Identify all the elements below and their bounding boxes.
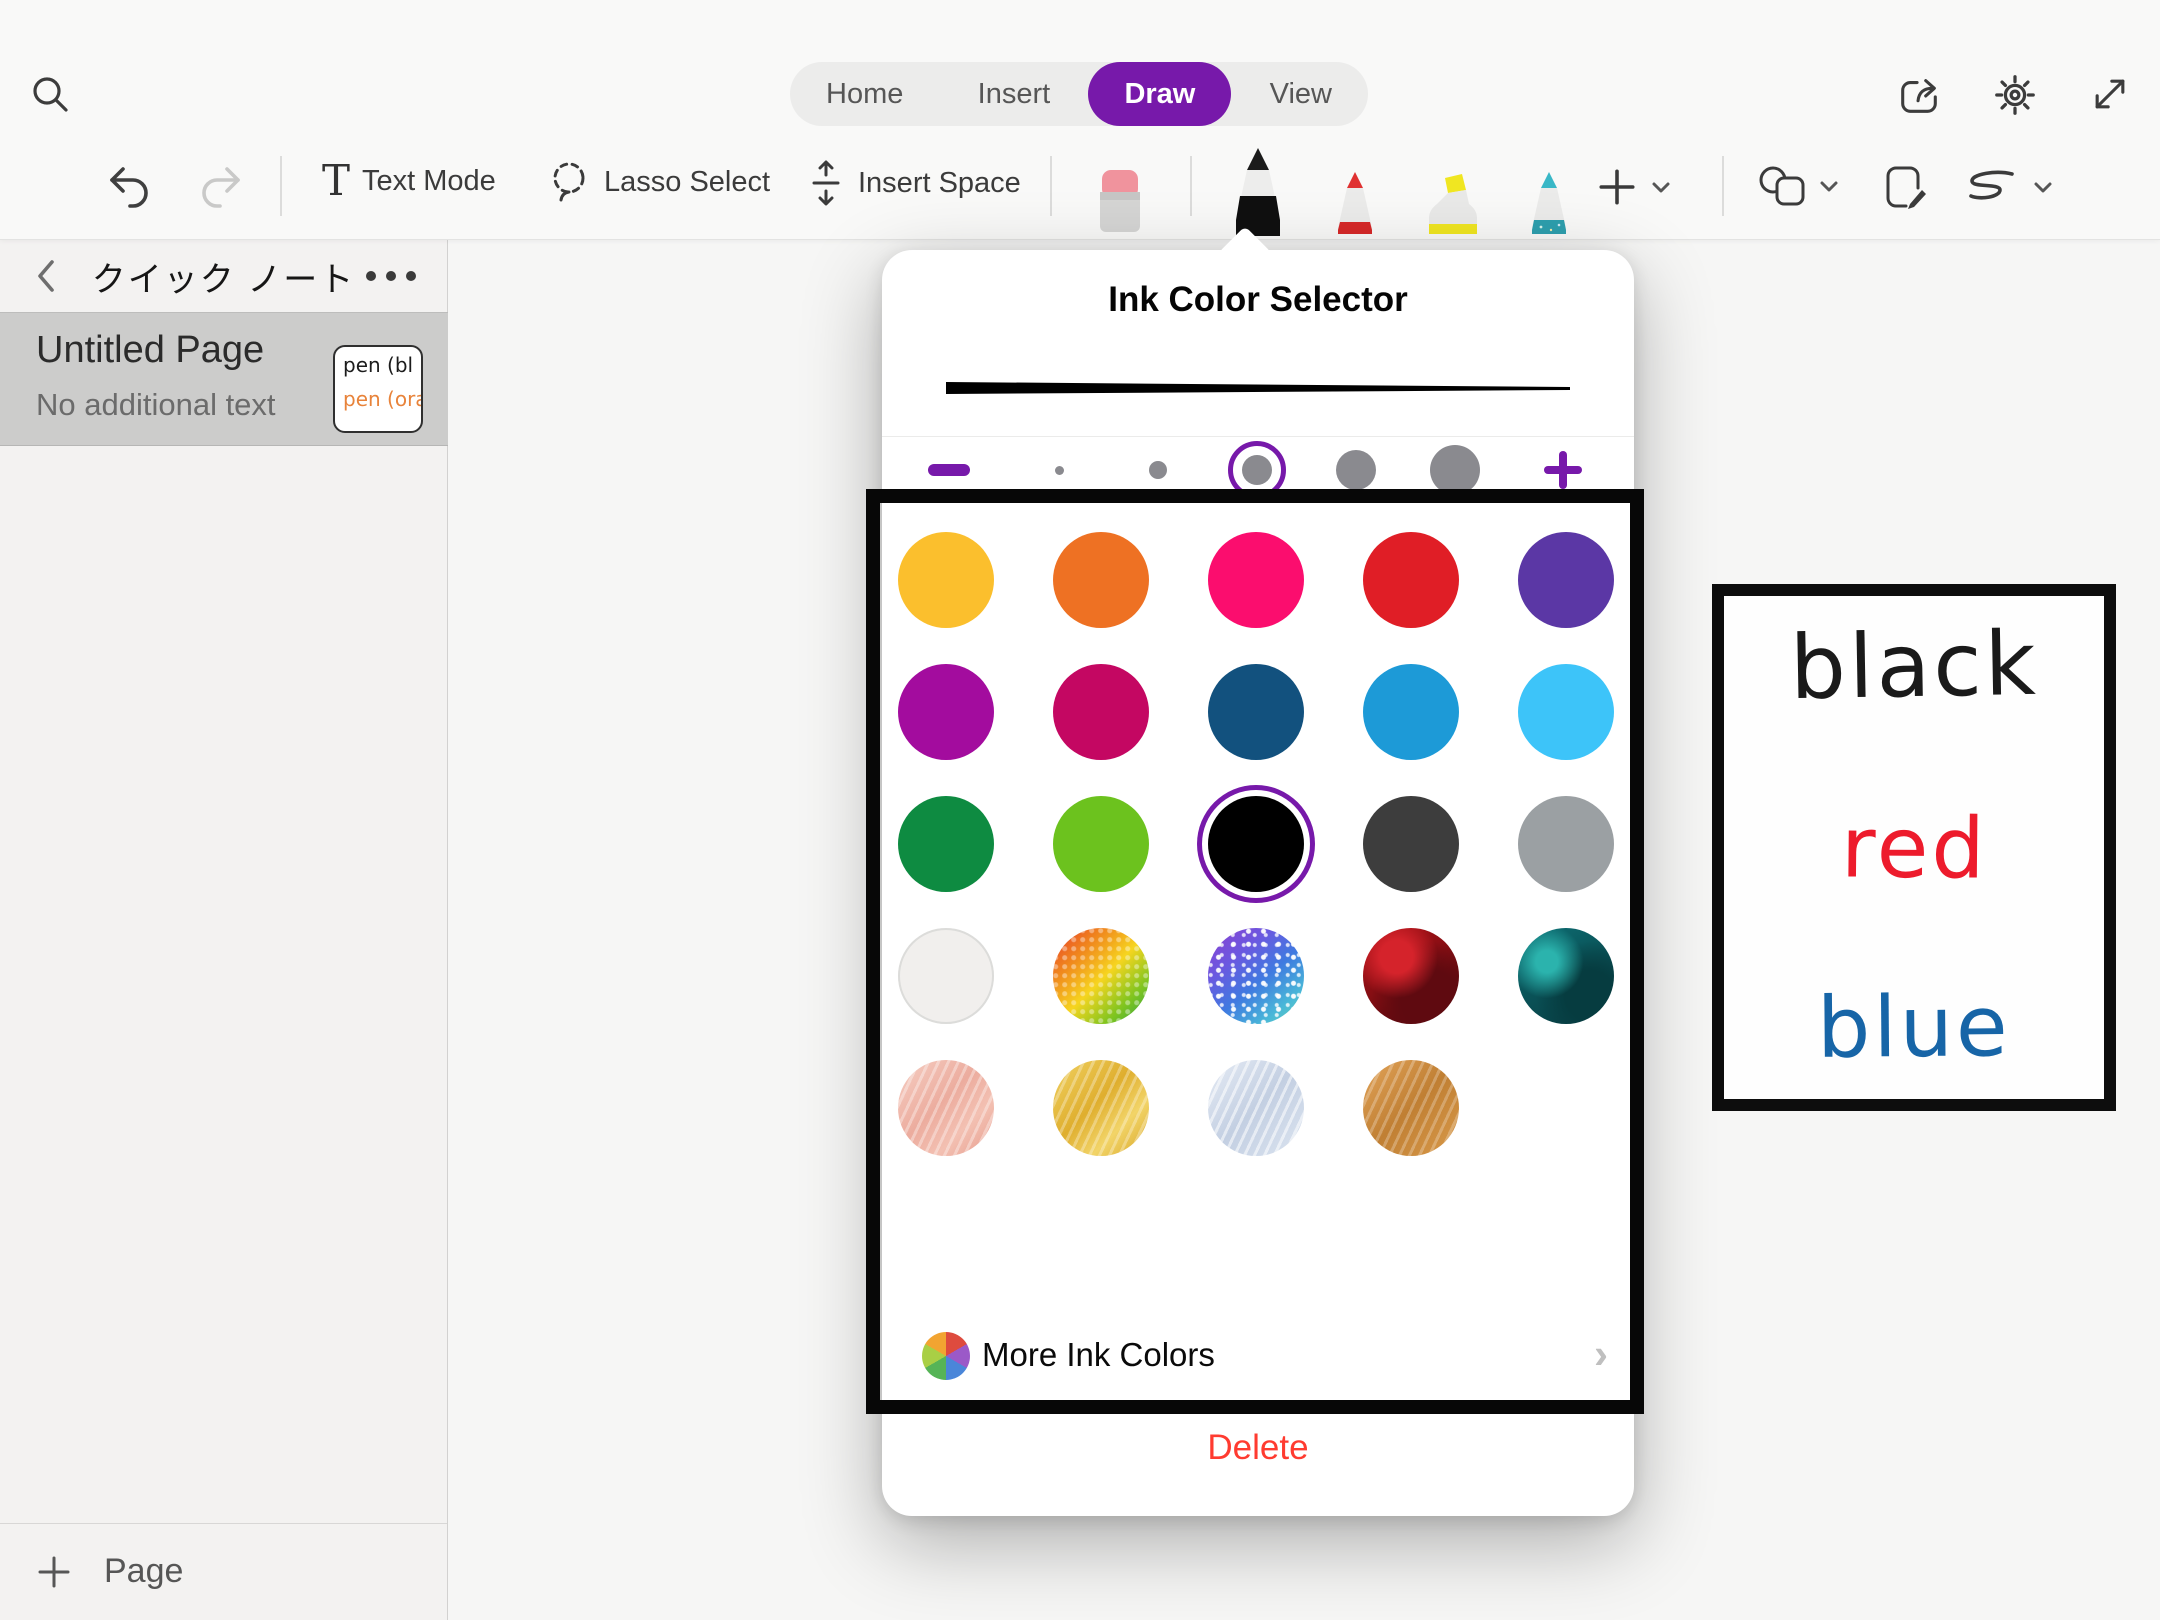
swatch-silver[interactable] (1208, 1060, 1304, 1156)
share-icon[interactable] (1896, 72, 1942, 118)
swatch-pink[interactable] (1208, 532, 1304, 628)
redo-button[interactable] (196, 162, 244, 210)
swatch-navy-blue[interactable] (1208, 664, 1304, 760)
swatch-white[interactable] (898, 928, 994, 1024)
swatch-red[interactable] (1363, 532, 1459, 628)
sidebar-header: クイック ノート (0, 240, 447, 312)
tab-insert[interactable]: Insert (942, 62, 1087, 126)
yellow-highlighter-tool[interactable] (1421, 174, 1485, 234)
color-grid (898, 532, 1614, 1156)
swatch-lime-green[interactable] (1053, 796, 1149, 892)
undo-button[interactable] (106, 162, 154, 210)
swatch-gray[interactable] (1518, 796, 1614, 892)
header: Home Insert Draw View (0, 0, 2160, 240)
add-page-label: Page (104, 1552, 183, 1591)
swatch-gold[interactable] (1053, 1060, 1149, 1156)
increase-size-button[interactable] (1542, 449, 1584, 491)
more-ink-colors-button[interactable]: More Ink Colors › (882, 1312, 1634, 1408)
chevron-down-icon (2032, 178, 2054, 196)
swatch-purple[interactable] (1518, 532, 1614, 628)
size-dot-30[interactable] (1228, 441, 1286, 499)
ink-word-blue: blue (1817, 984, 2011, 1070)
page-subtitle: No additional text (36, 387, 276, 423)
page-title: Untitled Page (36, 329, 264, 372)
squiggle-icon (1962, 168, 2020, 206)
toolbar-divider (1190, 156, 1192, 216)
add-pen-button[interactable] (1596, 166, 1672, 208)
swatch-ruby-red[interactable] (1363, 928, 1459, 1024)
ink-color-selector-popup: Ink Color Selector More Ink Colors › Del… (882, 250, 1634, 1516)
black-pen-tool-selected[interactable] (1225, 148, 1291, 236)
lasso-icon (548, 160, 592, 204)
eraser-tool[interactable] (1088, 168, 1152, 234)
swatch-blue[interactable] (1363, 664, 1459, 760)
swatch-sky-blue[interactable] (1518, 664, 1614, 760)
page-list-item[interactable]: Untitled Page No additional text pen (bl… (0, 312, 448, 446)
chevron-right-icon: › (1594, 1330, 1608, 1378)
add-page-button[interactable]: Page (36, 1552, 183, 1591)
insert-space-icon (806, 160, 846, 206)
tab-draw[interactable]: Draw (1088, 62, 1231, 126)
color-wheel-icon (922, 1332, 970, 1380)
swatch-raspberry[interactable] (1053, 664, 1149, 760)
size-dot-40[interactable] (1327, 441, 1385, 499)
toolbar-divider (1050, 156, 1052, 216)
swatch-orange[interactable] (1053, 532, 1149, 628)
size-dot-18[interactable] (1129, 441, 1187, 499)
swatch-bronze[interactable] (1363, 1060, 1459, 1156)
thumbnail-ink-line: pen (bl (343, 355, 421, 375)
text-mode-icon: T (322, 160, 350, 202)
red-pen-tool[interactable] (1327, 172, 1383, 234)
decrease-size-button[interactable] (928, 464, 970, 476)
more-ink-colors-label: More Ink Colors (982, 1336, 1215, 1374)
chevron-down-icon (1650, 178, 1672, 196)
swatch-ocean-teal[interactable] (1518, 928, 1614, 1024)
swatch-green[interactable] (898, 796, 994, 892)
swatch-magenta[interactable] (898, 664, 994, 760)
swatch-yellow[interactable] (898, 532, 994, 628)
lasso-select-button[interactable]: Lasso Select (548, 160, 770, 204)
thumbnail-ink-line: pen (ora (343, 389, 421, 409)
page-sidebar: クイック ノート Untitled Page No additional tex… (0, 240, 448, 1620)
ink-word-black: black (1789, 620, 2039, 712)
tab-home[interactable]: Home (790, 62, 939, 126)
size-dot-9[interactable] (1030, 441, 1088, 499)
ink-to-shape-button[interactable] (1962, 168, 2054, 206)
popup-divider (882, 436, 1634, 437)
swatch-galaxy[interactable] (1208, 928, 1304, 1024)
toolbar-divider (1722, 156, 1724, 216)
toolbar-divider (280, 156, 282, 216)
teal-galaxy-pen-tool[interactable] (1521, 172, 1577, 234)
size-dot-50[interactable] (1426, 441, 1484, 499)
ribbon-tab-bar: Home Insert Draw View (790, 62, 1368, 126)
chevron-down-icon (1818, 177, 1840, 195)
plus-icon (1596, 166, 1638, 208)
sidebar-divider (0, 1523, 447, 1524)
plus-icon (36, 1554, 72, 1590)
header-actions (1896, 72, 2132, 118)
stroke-preview (946, 376, 1570, 402)
delete-button[interactable]: Delete (882, 1428, 1634, 1468)
ink-word-red: red (1840, 805, 1987, 890)
shapes-button[interactable] (1756, 164, 1840, 208)
search-icon[interactable] (28, 72, 74, 118)
swatch-black[interactable] (1208, 796, 1304, 892)
page-thumbnail: pen (bl pen (ora (333, 345, 423, 433)
ink-text-box: black red blue (1712, 584, 2116, 1111)
popup-title: Ink Color Selector (882, 280, 1634, 320)
tab-view[interactable]: View (1234, 62, 1368, 126)
shapes-icon (1756, 164, 1806, 208)
ink-note-icon[interactable] (1882, 164, 1930, 210)
swatch-dark-gray[interactable] (1363, 796, 1459, 892)
insert-space-button[interactable]: Insert Space (806, 160, 1021, 206)
swatch-rainbow-glitter[interactable] (1053, 928, 1149, 1024)
text-mode-button[interactable]: T Text Mode (322, 160, 496, 202)
expand-icon[interactable] (2088, 72, 2132, 116)
swatch-rose-gold[interactable] (898, 1060, 994, 1156)
more-options-icon[interactable] (363, 268, 419, 284)
onenote-app: Home Insert Draw View (0, 0, 2160, 1620)
settings-gear-icon[interactable] (1992, 72, 2038, 118)
